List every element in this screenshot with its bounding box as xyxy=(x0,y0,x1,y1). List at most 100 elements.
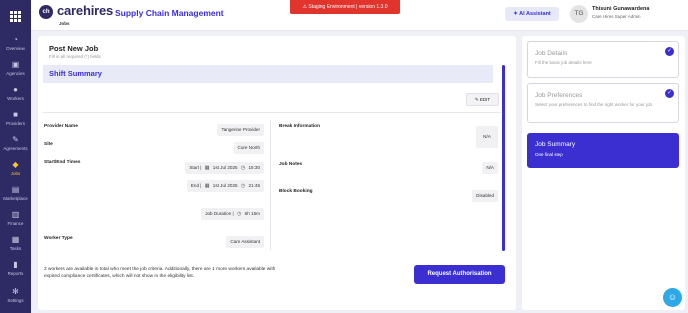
step-job-preferences[interactable]: Job Preferences Select your preferences … xyxy=(527,83,679,123)
step-description: One final step xyxy=(535,152,563,157)
sidebar-item-agencies[interactable]: ▣ Agencies xyxy=(0,60,31,77)
calendar-icon: ▦ xyxy=(204,165,210,171)
sidebar-item-overview[interactable]: ◔ Overview xyxy=(0,35,31,52)
check-icon: ✓ xyxy=(665,47,674,56)
sidebar-item-reports[interactable]: ▮ Reports xyxy=(0,260,31,277)
scrollbar[interactable] xyxy=(502,65,505,251)
worker-type-value: Care Assistant xyxy=(226,236,264,248)
clock-icon: ◷ xyxy=(240,183,246,189)
environment-banner: ⚠ Staging Environment | version 1.3.0 xyxy=(290,0,400,14)
sidebar-item-settings[interactable]: ✻ Settings xyxy=(0,287,31,304)
sidebar-item-label: Agreements xyxy=(3,146,28,151)
pencil-icon: ✎ xyxy=(474,97,479,102)
break-information-label: Break Information xyxy=(279,124,321,129)
logo-text[interactable]: carehires xyxy=(57,3,113,18)
start-end-times-label: Start/End Times xyxy=(44,160,81,165)
provider-name-value: Tangerine Provider xyxy=(217,124,264,136)
worker-type-label: Worker Type xyxy=(44,236,73,241)
sidebar-item-label: Marketplace xyxy=(3,196,28,201)
end-date: 1st Jul 2025 xyxy=(212,183,238,188)
job-duration-prefix: Job Duration | xyxy=(205,211,234,216)
breadcrumb: Jobs xyxy=(59,21,70,26)
start-date: 1st Jul 2025 xyxy=(212,165,238,170)
block-booking-label: Block Booking xyxy=(279,189,313,194)
sidebar-item-workers[interactable]: ● Workers xyxy=(0,85,31,102)
agreements-icon: ✎ xyxy=(12,135,19,144)
start-time-value: Start | ▦ 1st Jul 2025 ◷ 15:30 xyxy=(185,162,264,174)
user-name: Thisuni Gunawardena xyxy=(592,6,650,12)
start-time: 15:30 xyxy=(248,165,261,170)
step-job-details[interactable]: Job Details Fill the basic job details h… xyxy=(527,41,679,78)
tasks-icon: ▦ xyxy=(11,235,20,244)
step-title: Job Summary xyxy=(535,141,576,148)
finance-icon: ▥ xyxy=(11,210,20,219)
sidebar: ◔ Overview ▣ Agencies ● Workers ■ Provid… xyxy=(0,0,31,313)
sidebar-item-label: Jobs xyxy=(10,171,21,176)
site-label: Site xyxy=(44,142,53,147)
request-authorisation-button[interactable]: Request Authorisation xyxy=(414,265,505,284)
divider xyxy=(270,120,271,250)
avatar[interactable]: TG xyxy=(570,5,588,23)
edit-button[interactable]: ✎ EDIT xyxy=(466,93,499,106)
post-job-card: Post New Job Fill in all required (*) fi… xyxy=(38,36,516,310)
sidebar-item-label: Finance xyxy=(7,221,24,226)
help-chat-button[interactable]: ☺ xyxy=(663,288,682,307)
section-title: Shift Summary xyxy=(49,69,102,78)
ai-assistant-label: AI Assistant xyxy=(519,11,551,17)
apps-grid-icon[interactable] xyxy=(10,11,21,22)
settings-icon: ✻ xyxy=(12,287,19,296)
sidebar-item-tasks[interactable]: ▦ Tasks xyxy=(0,235,31,252)
check-icon: ✓ xyxy=(665,89,674,98)
reports-icon: ▮ xyxy=(13,260,18,269)
sidebar-item-label: Overview xyxy=(6,46,25,51)
user-role: Care Hires Super Admin xyxy=(592,14,641,19)
sidebar-item-marketplace[interactable]: ▤ Marketplace xyxy=(0,186,31,202)
sidebar-item-label: Reports xyxy=(7,271,24,276)
agencies-icon: ▣ xyxy=(11,60,20,69)
chat-icon: ☺ xyxy=(667,292,678,302)
provider-name-label: Provider Name xyxy=(44,124,78,129)
section-header: Shift Summary xyxy=(43,65,493,83)
providers-icon: ■ xyxy=(13,110,18,119)
ai-assistant-button[interactable]: ✦ AI Assistant xyxy=(505,7,559,21)
job-duration-value: Job Duration | ◷ 6h 15m xyxy=(201,208,264,220)
sidebar-item-label: Agencies xyxy=(6,71,25,76)
break-information-value: N/A xyxy=(476,126,498,148)
environment-banner-text: Staging Environment | version 1.3.0 xyxy=(308,4,388,10)
end-prefix: End | xyxy=(190,183,202,188)
sidebar-item-label: Tasks xyxy=(9,246,22,251)
sidebar-item-finance[interactable]: ▥ Finance xyxy=(0,210,31,227)
top-bar: ch carehires Supply Chain Management Job… xyxy=(31,0,688,31)
sidebar-item-label: Providers xyxy=(5,121,25,126)
step-title: Job Preferences xyxy=(535,92,583,99)
workers-icon: ● xyxy=(13,85,18,94)
job-notes-label: Job Notes xyxy=(279,162,303,167)
job-duration: 6h 15m xyxy=(244,211,260,216)
step-job-summary[interactable]: Job Summary One final step xyxy=(527,133,679,168)
availability-note: 2 workers are available in total who mee… xyxy=(44,267,276,279)
calendar-icon: ▦ xyxy=(204,183,210,189)
step-description: Select your preferences to find the righ… xyxy=(535,102,653,107)
start-prefix: Start | xyxy=(189,165,202,170)
clock-icon: ◷ xyxy=(240,165,246,171)
divider xyxy=(43,112,501,113)
sidebar-item-jobs[interactable]: ◆ Jobs xyxy=(0,160,31,177)
edit-label: EDIT xyxy=(479,97,491,102)
logo-mark: ch xyxy=(39,5,53,19)
sidebar-item-providers[interactable]: ■ Providers xyxy=(0,110,31,127)
end-time-value: End | ▦ 1st Jul 2025 ◷ 21:45 xyxy=(186,180,264,192)
block-booking-value: Disabled xyxy=(472,190,498,202)
steps-panel: Job Details Fill the basic job details h… xyxy=(522,36,685,310)
step-title: Job Details xyxy=(535,50,568,57)
sidebar-item-label: Settings xyxy=(7,298,24,303)
page-title: Post New Job xyxy=(49,44,99,53)
site-value: Cure North xyxy=(233,142,264,154)
job-notes-value: N/A xyxy=(482,162,498,174)
jobs-icon: ◆ xyxy=(12,160,19,169)
step-description: Fill the basic job details here xyxy=(535,60,592,65)
clock-icon: ◷ xyxy=(237,211,242,217)
overview-icon: ◔ xyxy=(13,35,18,44)
sidebar-item-agreements[interactable]: ✎ Agreements xyxy=(0,135,31,152)
page-subtitle: Fill in all required (*) fields xyxy=(49,54,101,59)
app-title: Supply Chain Management xyxy=(115,8,224,18)
